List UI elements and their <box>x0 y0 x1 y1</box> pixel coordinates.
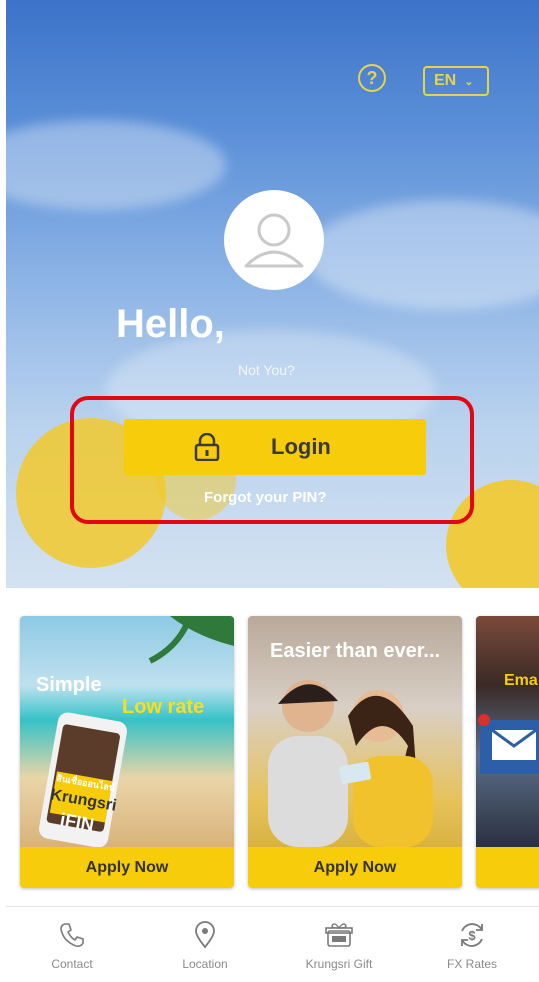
not-you-link[interactable]: Not You? <box>238 362 295 378</box>
user-icon <box>244 213 304 268</box>
nav-label: FX Rates <box>446 957 497 971</box>
promo-card-card[interactable]: Easier than ever... Apply Now <box>248 616 462 888</box>
promo-headline: Easier than ever... <box>270 640 441 662</box>
nav-label: Contact <box>51 957 93 971</box>
help-button[interactable]: ? <box>358 64 386 92</box>
envelope-icon <box>478 714 539 774</box>
svg-text:$: $ <box>468 928 476 943</box>
apply-now-button[interactable] <box>476 847 539 888</box>
nav-label: Krungsri Gift <box>305 957 373 971</box>
help-icon: ? <box>366 67 378 88</box>
cloud-decoration <box>6 120 226 210</box>
apply-now-button[interactable]: Apply Now <box>20 847 234 888</box>
chevron-down-icon: ⌄ <box>464 75 474 88</box>
apply-now-button[interactable]: Apply Now <box>248 847 462 888</box>
gift-icon <box>325 923 353 947</box>
location-pin-icon <box>195 921 215 949</box>
nav-item-location[interactable]: Location <box>155 919 255 971</box>
promo-image: Ema <box>476 616 539 847</box>
nav-item-fx-rates[interactable]: $ FX Rates <box>422 919 522 971</box>
fx-rates-icon: $ <box>461 923 483 947</box>
nav-item-contact[interactable]: Contact <box>22 919 122 971</box>
bottom-navigation: Contact Location Krungsri Gift $ FX Rate… <box>6 906 539 982</box>
palm-illustration <box>39 616 234 847</box>
avatar <box>224 190 324 290</box>
language-selector[interactable]: EN ⌄ <box>423 66 489 96</box>
nav-item-krungsri-gift[interactable]: Krungsri Gift <box>289 919 389 971</box>
phone-icon <box>60 923 84 947</box>
app-screen: ? EN ⌄ Hello, Not You? Login Forgot your… <box>6 0 539 982</box>
promo-text-simple: Simple <box>36 674 102 696</box>
nav-label: Location <box>182 957 228 971</box>
language-label: EN <box>434 72 457 89</box>
promo-card-email[interactable]: Ema <box>476 616 539 888</box>
promo-card-ifin[interactable]: Simple Low rate สินเชื่อออนไลน์ Krungsri… <box>20 616 234 888</box>
login-highlight-box <box>70 396 474 524</box>
promo-image: Simple Low rate สินเชื่อออนไลน์ Krungsri… <box>20 616 234 847</box>
promo-text-low-rate: Low rate <box>122 696 205 718</box>
cloud-decoration <box>306 200 539 310</box>
promo-image: Easier than ever... <box>248 616 462 847</box>
login-hero: ? EN ⌄ Hello, Not You? Login Forgot your… <box>6 0 539 588</box>
greeting-title: Hello, <box>116 302 225 346</box>
